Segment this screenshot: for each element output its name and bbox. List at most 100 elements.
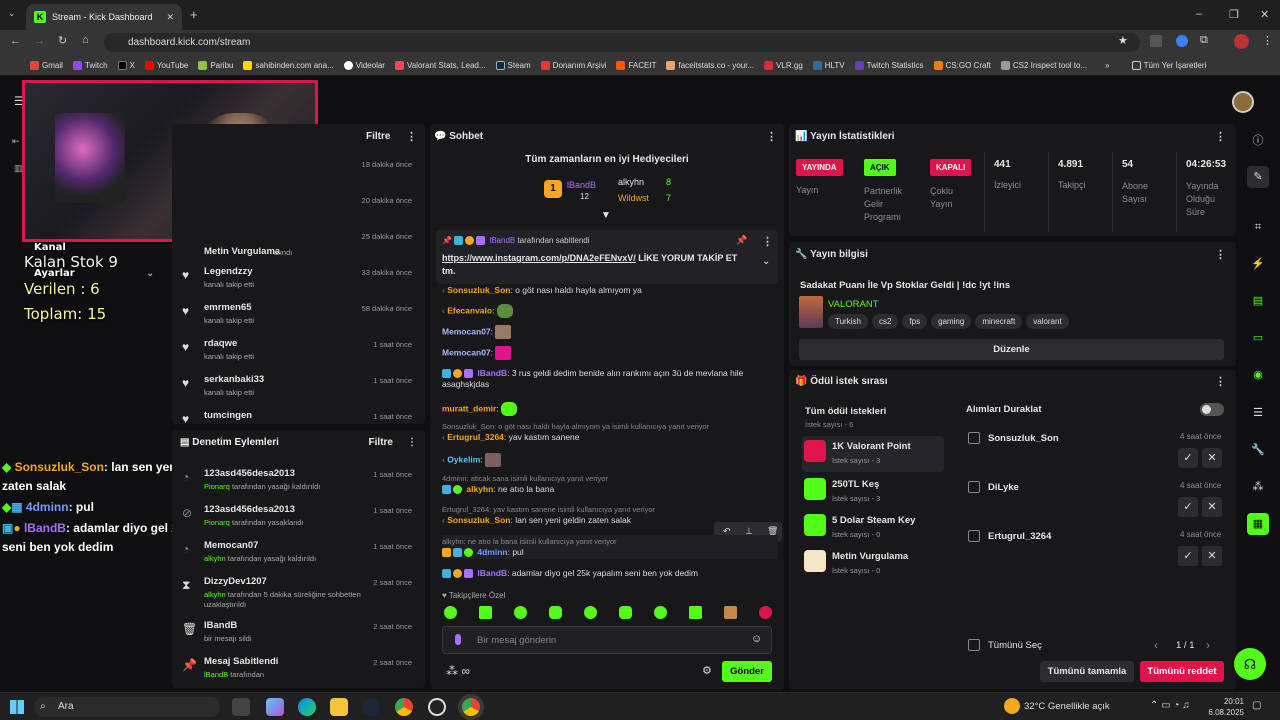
pause-toggle[interactable] xyxy=(1200,403,1224,416)
reward-item[interactable]: 5 Dolar Steam Key İstek sayısı - 0 xyxy=(802,510,944,546)
edge-icon[interactable] xyxy=(298,698,316,716)
clock[interactable]: 20:01 6.08.2025 xyxy=(1204,696,1244,718)
prev-page-icon[interactable]: ‹ xyxy=(1154,638,1158,652)
notification-icon[interactable]: ▢ xyxy=(1252,700,1261,711)
reject-button[interactable]: ✕ xyxy=(1202,448,1222,468)
chat-settings-icon[interactable]: ⚙ xyxy=(702,664,712,677)
emote-button[interactable] xyxy=(584,606,597,619)
extension-icon[interactable] xyxy=(1150,35,1162,47)
copilot-icon[interactable] xyxy=(266,698,284,716)
home-sidebar-icon[interactable]: ▥ xyxy=(14,163,23,174)
extensions-puzzle-icon[interactable]: ⧉ xyxy=(1200,34,1208,47)
reject-button[interactable]: ✕ xyxy=(1202,546,1222,566)
category-name[interactable]: VALORANT xyxy=(828,299,879,310)
request-checkbox[interactable] xyxy=(968,432,980,444)
reward-item[interactable]: 1K Valorant Point İstek sayısı - 3 xyxy=(802,436,944,472)
lightning-icon[interactable]: ⚡ xyxy=(1247,253,1269,275)
crop-icon[interactable]: ⌗ xyxy=(1247,216,1269,238)
chat-icon[interactable]: ▭ xyxy=(1247,327,1269,349)
home-icon[interactable]: ⌂ xyxy=(82,34,89,46)
tag[interactable]: gaming xyxy=(931,314,972,329)
edit-button[interactable]: Düzenle xyxy=(799,339,1224,360)
emote-button[interactable] xyxy=(689,606,702,619)
all-bookmarks-folder[interactable]: Tüm Yer İşaretleri xyxy=(1131,60,1206,70)
pinned-more-icon[interactable]: ⋮ xyxy=(762,235,773,248)
new-tab-button[interactable]: + xyxy=(190,7,198,22)
broadcast-icon[interactable]: ◉ xyxy=(1247,364,1269,386)
emote-button[interactable] xyxy=(654,606,667,619)
close-window-icon[interactable]: ✕ xyxy=(1260,8,1269,21)
edit-icon[interactable]: ✎ xyxy=(1247,166,1269,188)
obs-icon[interactable] xyxy=(428,698,446,716)
reject-all-button[interactable]: Tümünü reddet xyxy=(1140,661,1224,682)
url-input[interactable]: dashboard.kick.com/stream xyxy=(104,33,1140,52)
windows-start-icon[interactable] xyxy=(10,700,24,714)
emote-button[interactable] xyxy=(479,606,492,619)
browser-menu-icon[interactable]: ⋮ xyxy=(1262,34,1273,47)
bookmark-x[interactable]: X xyxy=(117,60,135,70)
file-explorer-icon[interactable] xyxy=(330,698,348,716)
task-view-icon[interactable] xyxy=(232,698,250,716)
tag[interactable]: fps xyxy=(902,314,928,329)
user-avatar[interactable] xyxy=(1232,91,1254,113)
taskbar-search[interactable]: ⌕ Ara xyxy=(34,697,220,717)
chrome-icon[interactable] xyxy=(395,698,413,716)
bookmark-vlr[interactable]: VLR.gg xyxy=(764,60,803,70)
wrench-icon[interactable]: 🔧 xyxy=(1247,439,1269,461)
emote-button[interactable] xyxy=(514,606,527,619)
activity-filter-button[interactable]: Filtre xyxy=(366,131,390,142)
send-button[interactable]: Gönder xyxy=(722,661,772,682)
gift-icon[interactable]: ⁂ xyxy=(1247,476,1269,498)
support-button[interactable]: ☊ xyxy=(1234,648,1266,680)
bookmark-csgo-craft[interactable]: CS:GO Craft xyxy=(933,60,991,70)
bookmark-videolar[interactable]: Videolar xyxy=(343,60,385,70)
bookmark-hltv[interactable]: HLTV xyxy=(812,60,845,70)
activity-more-icon[interactable]: ⋮ xyxy=(406,130,417,143)
bookmarks-overflow-icon[interactable]: » xyxy=(1105,61,1109,70)
reward-item[interactable]: Metin Vurgulama İstek sayısı - 0 xyxy=(802,546,944,582)
emote-button[interactable] xyxy=(759,606,772,619)
emote-button[interactable] xyxy=(724,606,737,619)
bookmark-gmail[interactable]: Gmail xyxy=(30,60,63,70)
moderation-more-icon[interactable]: ⋮ xyxy=(407,437,417,448)
document-icon[interactable]: ▤ xyxy=(1247,290,1269,312)
extension-icon[interactable] xyxy=(1176,35,1188,47)
complete-all-button[interactable]: Tümünü tamamla xyxy=(1040,661,1134,682)
all-rewards-item[interactable]: Tüm ödül istekleri İstek sayısı - 6 xyxy=(805,406,886,429)
accept-button[interactable]: ✓ xyxy=(1178,497,1198,517)
unpin-icon[interactable]: 📌 xyxy=(736,235,747,246)
accept-button[interactable]: ✓ xyxy=(1178,546,1198,566)
bookmark-valorant-stats[interactable]: Valorant Stats, Lead... xyxy=(394,60,486,70)
tag[interactable]: Turkish xyxy=(828,314,868,329)
tag[interactable]: valorant xyxy=(1026,314,1069,329)
stats-more-icon[interactable]: ⋮ xyxy=(1215,130,1226,143)
emote-button[interactable] xyxy=(619,606,632,619)
chat-input[interactable]: Bir mesaj gönderin ☺ xyxy=(442,626,772,654)
bookmark-cs2-inspect[interactable]: CS2 Inspect tool to... xyxy=(1000,60,1087,70)
tag[interactable]: cs2 xyxy=(871,314,899,329)
close-tab-icon[interactable]: ✕ xyxy=(166,12,174,23)
request-checkbox[interactable] xyxy=(968,481,980,493)
expand-pinned-icon[interactable]: ⌄ xyxy=(762,256,770,267)
bookmark-donanim[interactable]: Donanım Arşivi xyxy=(540,60,606,70)
loyalty-points-icon[interactable]: ⁂ ∞ xyxy=(446,664,470,678)
reward-more-icon[interactable]: ⋮ xyxy=(1215,375,1226,388)
tray-icons[interactable]: ⌃ ▭ ◔ ♫ xyxy=(1150,700,1190,711)
info-icon[interactable]: ⓘ xyxy=(1247,130,1269,152)
bookmark-star-icon[interactable]: ★ xyxy=(1118,34,1128,47)
request-checkbox[interactable] xyxy=(968,530,980,542)
chrome-active-icon[interactable] xyxy=(462,698,480,716)
browser-tab[interactable]: K Stream - Kick Dashboard ✕ xyxy=(26,4,182,30)
accept-button[interactable]: ✓ xyxy=(1178,448,1198,468)
bookmark-twitch[interactable]: Twitch xyxy=(72,60,108,70)
back-icon[interactable]: ← xyxy=(10,35,21,47)
select-all-checkbox[interactable] xyxy=(968,639,980,651)
microphone-icon[interactable] xyxy=(455,634,461,645)
emote-button[interactable] xyxy=(444,606,457,619)
reward-item[interactable]: 250TL Keş İstek sayısı - 3 xyxy=(802,474,944,510)
reload-icon[interactable]: ↻ xyxy=(58,34,67,47)
forward-icon[interactable]: → xyxy=(34,35,45,47)
minimize-icon[interactable]: – xyxy=(1196,8,1202,20)
reject-button[interactable]: ✕ xyxy=(1202,497,1222,517)
list-icon[interactable]: ▦ xyxy=(1247,513,1269,535)
